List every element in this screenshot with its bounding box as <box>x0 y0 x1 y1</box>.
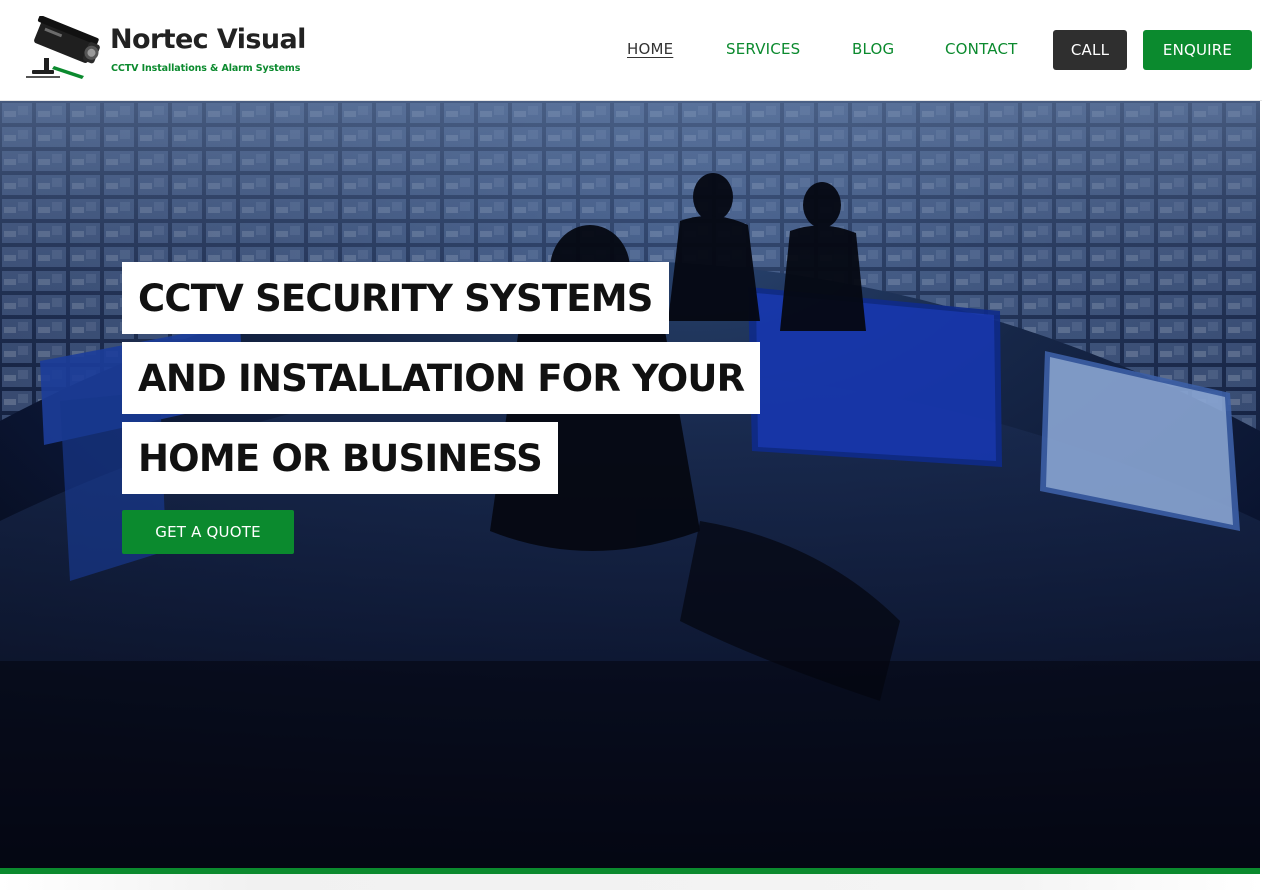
nav-blog[interactable]: BLOG <box>852 40 894 58</box>
call-button[interactable]: CALL <box>1053 30 1127 70</box>
hero-headline-line-1: CCTV SECURITY SYSTEMS <box>122 262 669 334</box>
hero-headline-line-2: AND INSTALLATION FOR YOUR <box>122 342 761 414</box>
cctv-camera-icon <box>26 16 100 79</box>
get-a-quote-button[interactable]: GET A QUOTE <box>122 510 294 554</box>
enquire-button[interactable]: ENQUIRE <box>1143 30 1252 70</box>
nav-home[interactable]: HOME <box>627 40 673 58</box>
nav-contact[interactable]: CONTACT <box>945 40 1018 58</box>
site-header: Nortec Visual CCTV Installations & Alarm… <box>0 0 1262 101</box>
brand-name: Nortec Visual <box>110 24 306 55</box>
next-section-edge <box>0 874 1262 890</box>
site-logo[interactable]: Nortec Visual CCTV Installations & Alarm… <box>24 16 306 84</box>
hero-headline-line-3: HOME OR BUSINESS <box>122 422 558 494</box>
nav-services[interactable]: SERVICES <box>726 40 800 58</box>
brand-tagline: CCTV Installations & Alarm Systems <box>111 63 301 74</box>
hero-section: CCTV SECURITY SYSTEMS AND INSTALLATION F… <box>0 101 1260 868</box>
